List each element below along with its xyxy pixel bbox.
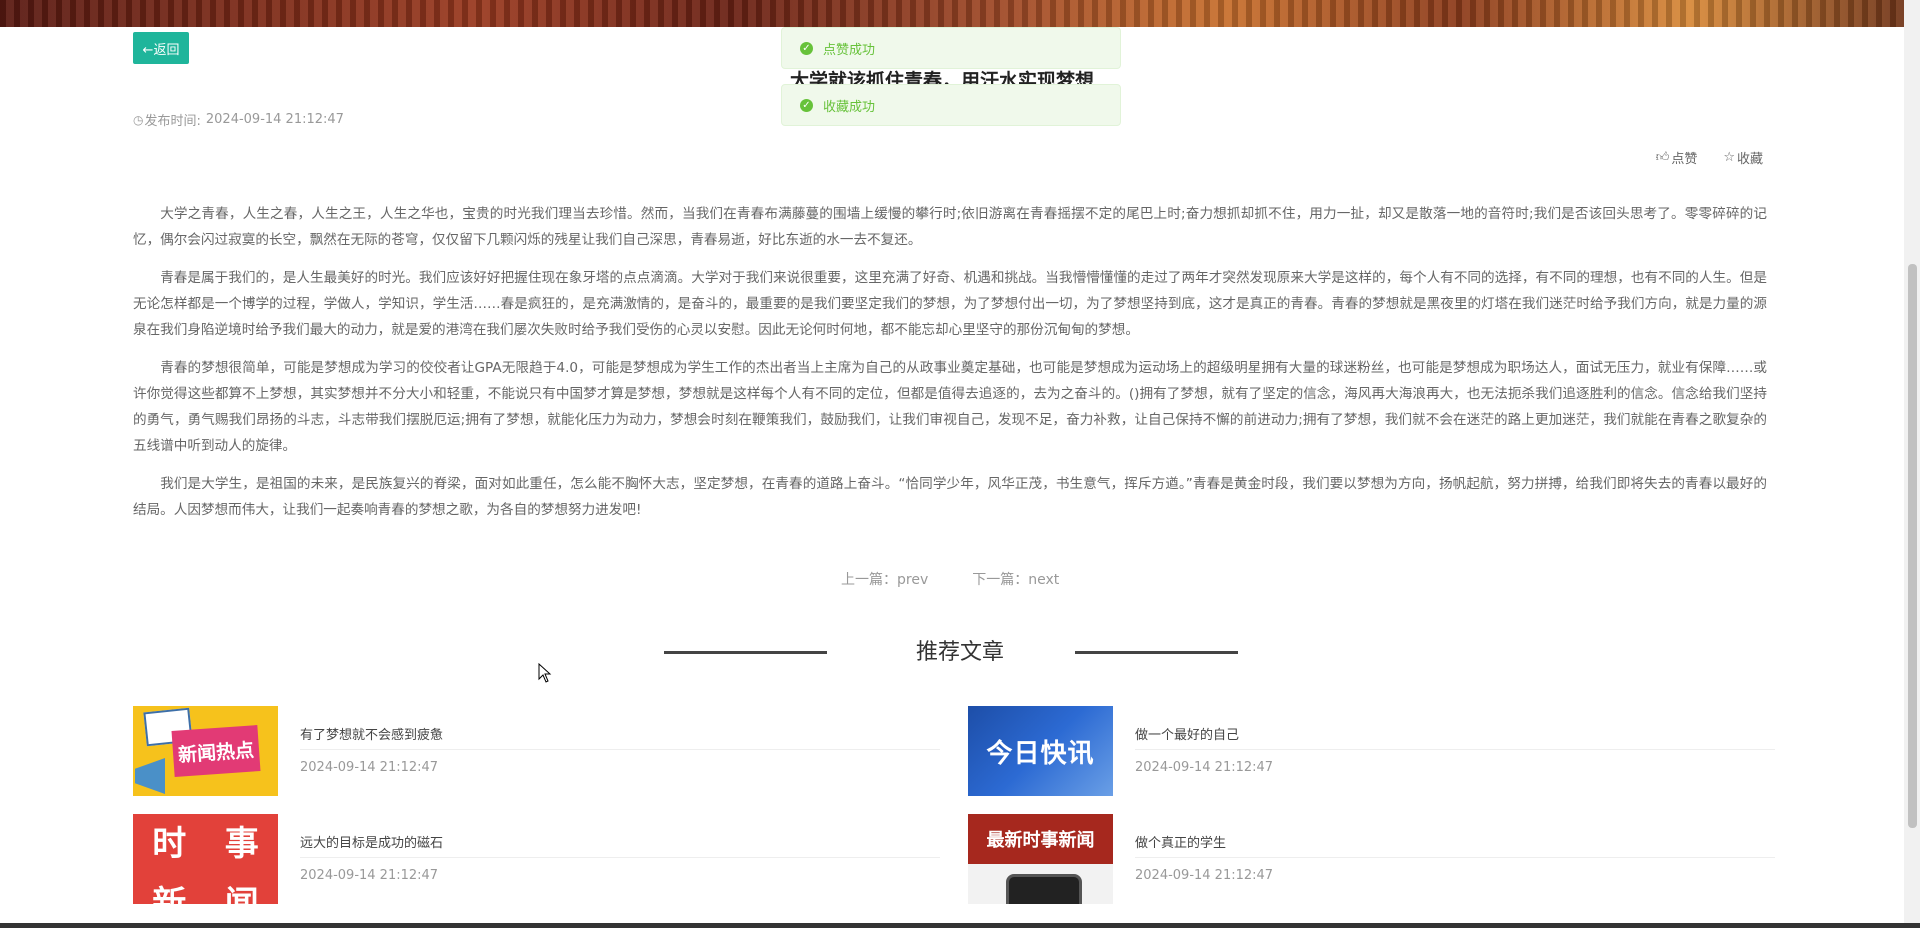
thumbnail-text: 新闻热点	[171, 725, 261, 777]
recommend-item-date: 2024-09-14 21:12:47	[1135, 760, 1274, 775]
favorite-success-toast: ✓ 收藏成功	[781, 84, 1121, 126]
recommend-item-title[interactable]: 有了梦想就不会感到疲惫	[300, 724, 443, 743]
thumbnail-text: 时事新闻	[133, 814, 278, 904]
phone-icon	[1006, 874, 1082, 904]
latest-news-thumbnail[interactable]: 最新时事新闻	[968, 814, 1113, 904]
article-body: 大学之青春，人生之春，人生之王，人生之华也，宝贵的时光我们理当去珍惜。然而，当我…	[133, 201, 1767, 535]
divider-line	[1075, 651, 1238, 654]
divider-line	[664, 651, 827, 654]
recommend-item-title[interactable]: 远大的目标是成功的磁石	[300, 832, 443, 851]
recommend-item-date: 2024-09-14 21:12:47	[300, 868, 439, 883]
success-check-icon: ✓	[800, 98, 813, 112]
article-paragraph: 我们是大学生，是祖国的未来，是民族复兴的脊梁，面对如此重任，怎么能不胸怀大志，坚…	[133, 476, 1767, 518]
article-paragraph: 青春的梦想很简单，可能是梦想成为学习的佼佼者让GPA无限趋于4.0，可能是梦想成…	[133, 360, 1767, 454]
next-article-link[interactable]: 下一篇：next	[972, 569, 1059, 589]
prev-next-nav: 上一篇：prev 下一篇：next	[841, 569, 1059, 589]
recommend-title: 推荐文章	[915, 640, 1004, 665]
publish-label: 发布时间:	[144, 114, 201, 129]
bottom-bar	[0, 923, 1920, 928]
star-icon: ☆	[1723, 150, 1735, 165]
news-hot-thumbnail[interactable]: 新闻热点	[133, 706, 278, 796]
today-news-thumbnail[interactable]: 今日快讯	[968, 706, 1113, 796]
item-divider	[300, 857, 940, 858]
item-divider	[1135, 857, 1775, 858]
thumbnail-text: 最新时事新闻	[968, 814, 1113, 864]
success-check-icon: ✓	[800, 41, 813, 55]
recommend-item[interactable]: 今日快讯 做一个最好的自己 2024-09-14 21:12:47	[968, 706, 1775, 796]
recommend-item[interactable]: 时事新闻 远大的目标是成功的磁石 2024-09-14 21:12:47	[133, 814, 940, 904]
favorite-button[interactable]: ☆ 收藏	[1723, 148, 1763, 167]
recommend-header: 推荐文章	[0, 637, 1920, 669]
article-paragraph: 青春是属于我们的，是人生最美好的时光。我们应该好好把握住现在象牙塔的点点滴滴。大…	[133, 270, 1767, 338]
page-scrollbar[interactable]	[1904, 0, 1920, 928]
clock-icon: ◷	[133, 112, 144, 127]
item-divider	[300, 749, 940, 750]
thumbnail-text: 今日快讯	[968, 706, 1113, 796]
recommend-item-title[interactable]: 做一个最好的自己	[1135, 724, 1239, 743]
publish-time: 2024-09-14 21:12:47	[205, 112, 344, 127]
recommend-item[interactable]: 最新时事新闻 做个真正的学生 2024-09-14 21:12:47	[968, 814, 1775, 904]
megaphone-icon	[135, 758, 165, 794]
prev-article-link[interactable]: 上一篇：prev	[841, 569, 928, 589]
recommend-item-title[interactable]: 做个真正的学生	[1135, 832, 1226, 851]
publish-meta: ◷ 发布时间: 2024-09-14 21:12:47	[133, 110, 344, 129]
toast-text: 收藏成功	[823, 99, 876, 115]
back-button[interactable]: ←返回	[133, 32, 189, 64]
top-banner-image	[0, 0, 1920, 27]
scrollbar-thumb[interactable]	[1908, 264, 1917, 828]
recommend-item-date: 2024-09-14 21:12:47	[1135, 868, 1274, 883]
current-affairs-thumbnail[interactable]: 时事新闻	[133, 814, 278, 904]
thumbs-up-icon: 👍︎	[1655, 150, 1670, 165]
like-button[interactable]: 👍︎ 点赞	[1656, 148, 1698, 167]
toast-text: 点赞成功	[823, 42, 876, 58]
favorite-label: 收藏	[1736, 152, 1763, 167]
article-paragraph: 大学之青春，人生之春，人生之王，人生之华也，宝贵的时光我们理当去珍惜。然而，当我…	[133, 206, 1767, 248]
item-divider	[1135, 749, 1775, 750]
article-actions: 👍︎ 点赞 ☆ 收藏	[1656, 148, 1763, 167]
recommend-item-date: 2024-09-14 21:12:47	[300, 760, 439, 775]
like-label: 点赞	[1671, 152, 1698, 167]
like-success-toast: ✓ 点赞成功	[781, 27, 1121, 69]
recommend-item[interactable]: 新闻热点 有了梦想就不会感到疲惫 2024-09-14 21:12:47	[133, 706, 940, 796]
